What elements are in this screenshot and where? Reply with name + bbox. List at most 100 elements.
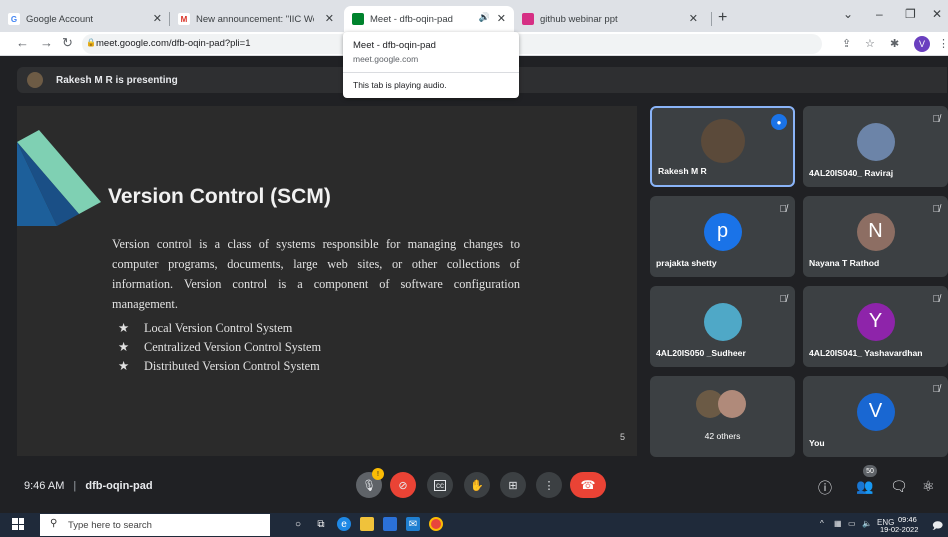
taskbar-clock-time[interactable]: 09:46: [898, 515, 917, 524]
close-tab-icon[interactable]: ✕: [153, 12, 162, 25]
participant-name: Nayana T Rathod: [809, 258, 880, 268]
tab-google-account[interactable]: G Google Account ✕: [0, 6, 170, 32]
participant-tile[interactable]: 🎙̸ 4AL20IS040_ Raviraj: [803, 106, 948, 187]
tab-gmail[interactable]: M New announcement: "IIC Webina ✕: [170, 6, 342, 32]
gmail-icon: M: [178, 13, 190, 25]
more-options-button[interactable]: ⋮: [536, 472, 562, 498]
leave-call-button[interactable]: ☎: [570, 472, 606, 498]
meeting-code: dfb-oqin-pad: [85, 480, 153, 492]
tab-title: New announcement: "IIC Webina: [196, 13, 314, 25]
mic-off-icon: 🎙̸: [932, 114, 941, 125]
mic-off-icon: 🎙̸: [932, 204, 941, 215]
avatar: [718, 390, 746, 418]
participant-tile[interactable]: ● Rakesh M R: [650, 106, 795, 187]
others-count: 42 others: [704, 431, 741, 441]
mic-off-icon: 🎙̸: [932, 294, 941, 305]
taskbar-search-input[interactable]: Type here to search: [68, 520, 152, 531]
tray-expand-icon[interactable]: ^: [820, 519, 824, 528]
taskbar-clock-date[interactable]: 19-02-2022: [880, 525, 918, 534]
participant-name: 4AL20IS041_ Yashavardhan: [809, 348, 923, 358]
separator: |: [73, 480, 77, 492]
lock-icon[interactable]: 🔒: [86, 38, 96, 47]
minimize-button[interactable]: –: [876, 7, 883, 21]
mic-off-icon: 🎙̸: [779, 294, 788, 305]
notification-icon[interactable]: 🗩: [932, 519, 943, 536]
tab-search-icon[interactable]: ⌄: [843, 7, 853, 21]
avatar: [700, 118, 745, 163]
activities-icon[interactable]: ⚛: [922, 478, 935, 495]
people-icon[interactable]: 👥: [856, 478, 873, 495]
bookmark-star-icon[interactable]: ☆: [865, 37, 875, 50]
mic-off-icon: 🎙̸: [932, 384, 941, 395]
close-tab-icon[interactable]: ✕: [689, 12, 698, 25]
store-icon[interactable]: [383, 517, 397, 531]
edge-icon[interactable]: e: [337, 517, 351, 531]
task-view-icon[interactable]: ⧉: [314, 517, 328, 531]
cortana-icon[interactable]: ○: [291, 517, 305, 531]
participant-name: 4AL20IS050 _Sudheer: [656, 348, 746, 358]
warning-badge: !: [372, 468, 384, 480]
tab-title: github webinar ppt: [540, 13, 618, 25]
file-explorer-icon[interactable]: [360, 517, 374, 531]
star-icon: ★: [118, 340, 130, 354]
slide-bullet: ★ Centralized Version Control System: [118, 340, 321, 355]
participant-tile[interactable]: Y 🎙̸ 4AL20IS041_ Yashavardhan: [803, 286, 948, 367]
hover-card-title: Meet - dfb-oqin-pad: [353, 40, 436, 51]
hover-card-domain: meet.google.com: [353, 54, 419, 64]
end-call-icon: ☎: [580, 478, 596, 492]
hand-icon: ✋: [470, 479, 484, 492]
bullet-text: Centralized Version Control System: [144, 340, 322, 354]
participant-name: 4AL20IS040_ Raviraj: [809, 168, 894, 178]
chat-icon[interactable]: 🗨: [890, 478, 908, 495]
search-icon[interactable]: ⚲: [50, 518, 57, 529]
tab-meet[interactable]: Meet - dfb-oqin-pad 🔊 ✕: [344, 6, 514, 32]
bullet-text: Local Version Control System: [144, 321, 293, 335]
volume-icon[interactable]: 🔈: [862, 519, 872, 528]
more-vert-icon: ⋮: [543, 479, 555, 492]
others-tile[interactable]: 42 others: [650, 376, 795, 457]
present-now-button[interactable]: ⊞: [500, 472, 526, 498]
participant-name: prajakta shetty: [656, 258, 717, 268]
people-count-badge: 50: [863, 465, 877, 477]
slides-icon: [522, 13, 534, 25]
participant-tile[interactable]: N 🎙̸ Nayana T Rathod: [803, 196, 948, 277]
participant-tile[interactable]: p 🎙̸ prajakta shetty: [650, 196, 795, 277]
bullet-text: Distributed Version Control System: [144, 359, 320, 373]
forward-arrow-icon[interactable]: →: [40, 35, 53, 50]
meeting-details-icon[interactable]: ⓘ: [818, 478, 832, 498]
slide-bullet: ★ Local Version Control System: [118, 321, 292, 336]
meet-icon: [352, 13, 364, 25]
url-text[interactable]: meet.google.com/dfb-oqin-pad?pli=1: [96, 38, 250, 49]
share-icon[interactable]: ⇪: [842, 37, 851, 50]
tab-github-webinar[interactable]: github webinar ppt ✕: [514, 6, 712, 32]
windows-start-icon[interactable]: [12, 518, 24, 530]
slide-decoration: [17, 130, 101, 226]
avatar: V: [856, 392, 895, 431]
restore-button[interactable]: ❐: [905, 7, 916, 21]
captions-button[interactable]: cc: [427, 472, 453, 498]
audio-playing-icon[interactable]: 🔊: [479, 12, 490, 23]
tray-app-icon[interactable]: ▦: [834, 519, 842, 528]
extensions-icon[interactable]: ✱: [890, 37, 899, 50]
tab-title: Google Account: [26, 13, 94, 25]
network-icon[interactable]: ▭: [848, 519, 856, 528]
profile-avatar[interactable]: V: [914, 36, 930, 52]
menu-dots-icon[interactable]: ⋮: [938, 37, 948, 50]
hover-card-divider: [343, 72, 519, 73]
reload-icon[interactable]: ↻: [62, 35, 73, 51]
presenting-label: Rakesh M R is presenting: [56, 75, 178, 86]
captions-icon: cc: [434, 479, 446, 491]
avatar: p: [703, 212, 742, 251]
participant-tile[interactable]: 🎙̸ 4AL20IS050 _Sudheer: [650, 286, 795, 367]
back-arrow-icon[interactable]: ←: [16, 35, 29, 50]
avatar: N: [856, 212, 895, 251]
new-tab-button[interactable]: +: [718, 9, 727, 27]
close-tab-icon[interactable]: ✕: [497, 12, 506, 25]
close-window-button[interactable]: ✕: [932, 7, 942, 21]
raise-hand-button[interactable]: ✋: [464, 472, 490, 498]
close-tab-icon[interactable]: ✕: [325, 12, 334, 25]
mail-icon[interactable]: ✉: [406, 517, 420, 531]
camera-toggle-button[interactable]: ⊘: [390, 472, 416, 498]
chrome-icon[interactable]: [429, 517, 443, 531]
self-tile[interactable]: V 🎙̸ You: [803, 376, 948, 457]
